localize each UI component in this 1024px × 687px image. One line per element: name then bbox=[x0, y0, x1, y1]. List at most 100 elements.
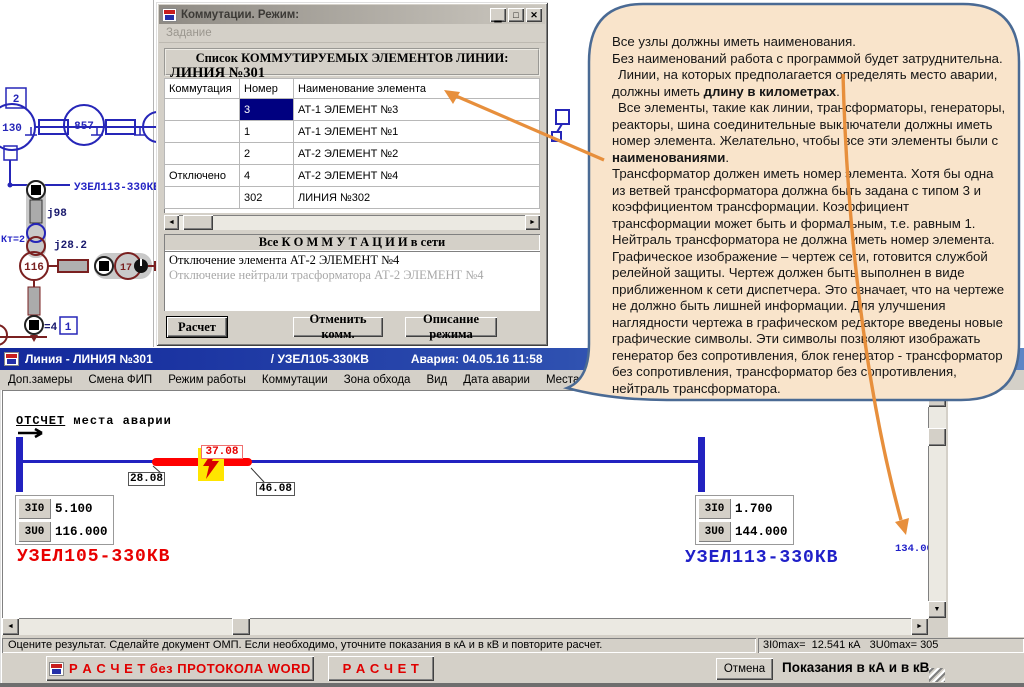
cell-name[interactable]: АТ-2 ЭЛЕМЕНТ №4 bbox=[294, 165, 540, 187]
table-row[interactable]: 3 АТ-1 ЭЛЕМЕНТ №3 bbox=[165, 99, 540, 121]
menu-rezhim-raboty[interactable]: Режим работы bbox=[160, 374, 254, 386]
current-label[interactable]: 3I0 bbox=[18, 498, 51, 519]
j98-label: j98 bbox=[47, 208, 67, 220]
scroll-down-icon[interactable]: ▼ bbox=[928, 601, 946, 618]
units-note: Показания в кА и в кВ bbox=[782, 660, 929, 675]
close-icon[interactable]: ✕ bbox=[526, 8, 542, 22]
cancel-commutation-button[interactable]: Отменить комм. bbox=[293, 317, 383, 337]
gen17-label: 17 bbox=[120, 263, 132, 274]
screen: 2 130 857 УЗЕЛ113-330КВ j98 Кт=2 j28.2 1… bbox=[0, 0, 1024, 687]
reactor-icon[interactable] bbox=[30, 200, 42, 223]
scrollbar-thumb[interactable] bbox=[183, 215, 213, 230]
horizontal-scrollbar[interactable]: ◄ ► bbox=[2, 618, 928, 635]
distance-left-label: 28.08 bbox=[128, 472, 165, 486]
breaker-icon[interactable] bbox=[25, 316, 43, 342]
cell-num[interactable]: 2 bbox=[240, 143, 294, 165]
voltage-value[interactable]: 116.000 bbox=[51, 521, 111, 542]
cell-komm[interactable]: Отключено bbox=[165, 165, 240, 187]
cell-num[interactable]: 1 bbox=[240, 121, 294, 143]
cell-name[interactable]: АТ-1 ЭЛЕМЕНТ №3 bbox=[294, 99, 540, 121]
menu-dop-zamery[interactable]: Доп.замеры bbox=[0, 374, 80, 386]
right-bus-bar[interactable] bbox=[698, 437, 705, 492]
cell-name[interactable]: АТ-1 ЭЛЕМЕНТ №1 bbox=[294, 121, 540, 143]
cell-komm[interactable] bbox=[165, 121, 240, 143]
col-naimenovanie[interactable]: Наименование элемента bbox=[294, 79, 540, 99]
window-title-fault: Авария: 04.05.16 11:58 bbox=[411, 352, 543, 366]
scroll-right-icon[interactable]: ► bbox=[525, 215, 540, 230]
app-icon bbox=[49, 662, 64, 676]
right-node-name: УЗЕЛ113-330КВ bbox=[685, 548, 838, 568]
scroll-left-icon[interactable]: ◄ bbox=[2, 618, 19, 635]
cell-num-selected[interactable]: 3 bbox=[240, 99, 294, 121]
scrollbar-thumb[interactable] bbox=[928, 428, 946, 446]
breaker-icon[interactable] bbox=[95, 257, 113, 275]
voltage-value[interactable]: 144.000 bbox=[731, 521, 791, 542]
table-row[interactable]: 302 ЛИНИЯ №302 bbox=[165, 187, 540, 209]
cell-komm[interactable] bbox=[165, 187, 240, 209]
menu-zona-obhoda[interactable]: Зона обхода bbox=[336, 374, 419, 386]
transmission-line[interactable] bbox=[23, 460, 700, 463]
menu-data-avarii[interactable]: Дата аварии bbox=[455, 374, 538, 386]
left-measurements: 3I0 5.100 3U0 116.000 bbox=[15, 495, 114, 545]
table-row[interactable]: Отключено 4 АТ-2 ЭЛЕМЕНТ №4 bbox=[165, 165, 540, 187]
impedance-icon[interactable] bbox=[58, 260, 88, 272]
menu-kommutacii[interactable]: Коммутации bbox=[254, 374, 336, 386]
commutations-listbox[interactable]: Отключение элемента АТ-2 ЭЛЕМЕНТ №4 Откл… bbox=[164, 251, 540, 311]
scrollbar-corner bbox=[928, 618, 946, 635]
commutation-item-muted[interactable]: Отключение нейтрали трасформатора АТ-2 Э… bbox=[169, 268, 535, 283]
calc-button[interactable]: Расчет bbox=[166, 316, 228, 338]
minimize-button[interactable]: ▁ bbox=[490, 8, 506, 22]
table-row[interactable]: 1 АТ-1 ЭЛЕМЕНТ №1 bbox=[165, 121, 540, 143]
origin-arrow-icon bbox=[18, 429, 42, 437]
scroll-left-icon[interactable]: ◄ bbox=[164, 215, 179, 230]
right-measurements: 3I0 1.700 3U0 144.000 bbox=[695, 495, 794, 545]
left-node-name: УЗЕЛ105-330КВ bbox=[17, 547, 170, 567]
current-value[interactable]: 1.700 bbox=[731, 498, 791, 519]
clock-element-icon[interactable] bbox=[134, 259, 155, 273]
table-header-row: Коммутация Номер Наименование элемента bbox=[165, 79, 540, 99]
scroll-right-icon[interactable]: ► bbox=[911, 618, 928, 635]
cell-name[interactable]: ЛИНИЯ №302 bbox=[294, 187, 540, 209]
tag2-label: 2 bbox=[13, 94, 20, 106]
commutation-item[interactable]: Отключение элемента АТ-2 ЭЛЕМЕНТ №4 bbox=[169, 253, 535, 268]
scrollbar-thumb[interactable] bbox=[232, 618, 250, 635]
resize-grip[interactable] bbox=[929, 668, 945, 682]
vertical-scrollbar[interactable]: ▲ ▼ bbox=[928, 390, 946, 618]
menu-smena-fip[interactable]: Смена ФИП bbox=[80, 374, 160, 386]
list-header-title: Список КОММУТИРУЕМЫХ ЭЛЕМЕНТОВ ЛИНИИ: bbox=[166, 51, 538, 66]
diagram-canvas[interactable]: ОТСЧЕТ места аварии 37.08 28.08 46.08 bbox=[2, 390, 946, 635]
maximize-button[interactable]: □ bbox=[508, 8, 524, 22]
col-kommutacia[interactable]: Коммутация bbox=[165, 79, 240, 99]
dialog-title-bar[interactable]: Коммутации. Режим: ▁ □ ✕ bbox=[159, 5, 545, 24]
cancel-button[interactable]: Отмена bbox=[716, 658, 773, 680]
app-icon bbox=[4, 352, 19, 366]
list-header-panel: Список КОММУТИРУЕМЫХ ЭЛЕМЕНТОВ ЛИНИИ: ЛИ… bbox=[164, 48, 540, 76]
cell-name[interactable]: АТ-2 ЭЛЕМЕНТ №2 bbox=[294, 143, 540, 165]
cell-komm[interactable] bbox=[165, 99, 240, 121]
left-bus-bar[interactable] bbox=[16, 437, 23, 492]
menu-item-zadanie[interactable]: Задание bbox=[159, 27, 219, 39]
all-commutations-header: Все К О М М У Т А Ц И И в сети bbox=[164, 234, 540, 251]
fault-distance-label: 37.08 bbox=[201, 445, 243, 459]
bus-element-icon[interactable] bbox=[4, 146, 17, 160]
current-value[interactable]: 5.100 bbox=[51, 498, 111, 519]
menu-vid[interactable]: Вид bbox=[418, 374, 455, 386]
calc-without-word-button[interactable]: Р А С Ч Е Т без ПРОТОКОЛА WORD bbox=[46, 656, 314, 681]
cell-num[interactable]: 4 bbox=[240, 165, 294, 187]
table-row[interactable]: 2 АТ-2 ЭЛЕМЕНТ №2 bbox=[165, 143, 540, 165]
breaker-icon[interactable] bbox=[27, 181, 45, 199]
tag1-label: 1 bbox=[65, 322, 72, 334]
col-nomer[interactable]: Номер bbox=[240, 79, 294, 99]
voltage-label[interactable]: 3U0 bbox=[18, 521, 51, 542]
dialog-title: Коммутации. Режим: bbox=[181, 9, 488, 21]
calc-button[interactable]: Р А С Ч Е Т bbox=[328, 656, 434, 681]
voltage-label[interactable]: 3U0 bbox=[698, 521, 731, 542]
describe-mode-button[interactable]: Описание режима bbox=[405, 317, 497, 337]
cell-komm[interactable] bbox=[165, 143, 240, 165]
current-label[interactable]: 3I0 bbox=[698, 498, 731, 519]
table-horizontal-scrollbar[interactable]: ◄ ► bbox=[164, 215, 540, 230]
reactor-icon[interactable] bbox=[28, 287, 40, 315]
window-title: Линия - ЛИНИЯ №301 bbox=[25, 352, 153, 366]
cell-num[interactable]: 302 bbox=[240, 187, 294, 209]
node-dot bbox=[8, 183, 13, 188]
